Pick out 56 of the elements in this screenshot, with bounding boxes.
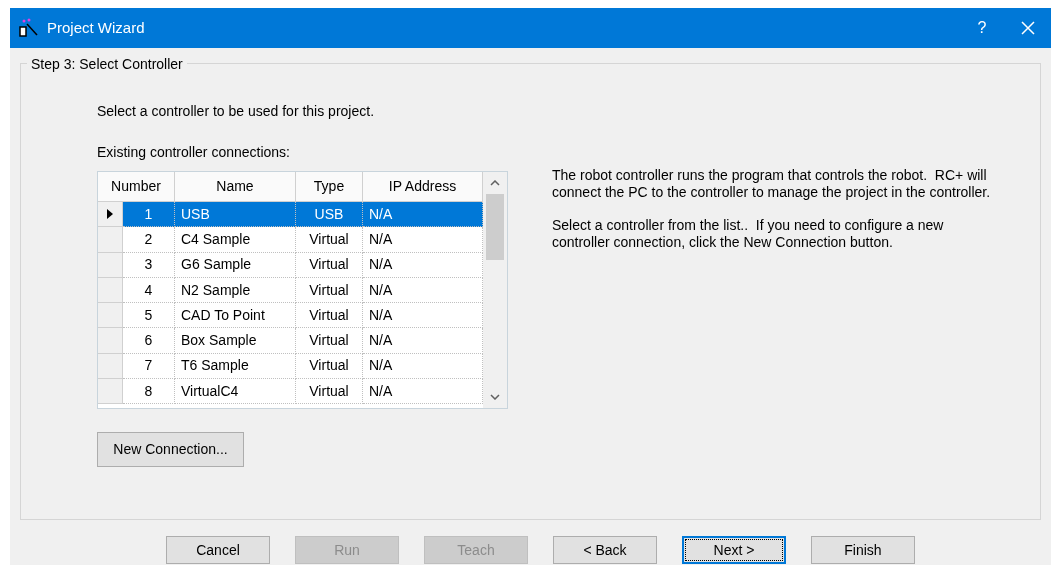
intro-text: Select a controller to be used for this project. — [97, 102, 376, 121]
dialog-button[interactable]: < Back — [553, 536, 657, 564]
table-cell: Box Sample — [175, 328, 296, 354]
table-cell: G6 Sample — [175, 252, 296, 278]
table-cell: Virtual — [296, 227, 363, 253]
table-cell: Virtual — [296, 353, 363, 380]
row-header[interactable] — [98, 202, 123, 228]
table-row[interactable]: 6 Box Sample Virtual N/A — [98, 328, 483, 354]
column-header[interactable]: Type — [296, 172, 363, 202]
table-cell: C4 Sample — [175, 227, 296, 253]
table-cell: VirtualC4 — [175, 379, 296, 405]
current-row-icon — [107, 209, 113, 220]
scrollbar[interactable] — [483, 172, 507, 408]
table-cell: T6 Sample — [175, 353, 296, 380]
dialog-button[interactable]: Cancel — [166, 536, 270, 564]
column-header[interactable]: IP Address — [363, 172, 483, 202]
table-row[interactable]: 3 G6 Sample Virtual N/A — [98, 252, 483, 278]
close-icon — [1021, 21, 1035, 35]
table-cell: 2 — [123, 227, 175, 253]
dialog-button[interactable]: Finish — [811, 536, 915, 564]
table-cell: Virtual — [296, 328, 363, 354]
table-cell: 4 — [123, 277, 175, 304]
table-row[interactable]: 2 C4 Sample Virtual N/A — [98, 227, 483, 253]
scroll-down-icon[interactable] — [490, 394, 500, 400]
column-header[interactable]: Name — [175, 172, 296, 202]
table-cell: CAD To Point — [175, 303, 296, 329]
table-row[interactable]: 8 VirtualC4 Virtual N/A — [98, 379, 483, 405]
table-cell: Virtual — [296, 277, 363, 304]
table-cell: N2 Sample — [175, 277, 296, 304]
table-cell: 1 — [123, 202, 175, 228]
table-row[interactable]: 1 USB USB N/A — [98, 202, 483, 228]
window-title: Project Wizard — [47, 17, 145, 38]
scroll-up-icon[interactable] — [490, 180, 500, 186]
table-cell: USB — [296, 202, 363, 228]
table-row[interactable]: 7 T6 Sample Virtual N/A — [98, 353, 483, 380]
table-cell: 3 — [123, 252, 175, 278]
table-cell: USB — [175, 202, 296, 228]
scroll-thumb[interactable] — [486, 194, 504, 260]
table-cell: 7 — [123, 353, 175, 380]
help-button[interactable]: ? — [959, 8, 1005, 48]
table-row[interactable]: 4 N2 Sample Virtual N/A — [98, 277, 483, 304]
help-text: Select a controller from the list.. If you need to configure a new controller connection, click the New Connection button. — [552, 217, 945, 251]
wand-icon — [19, 18, 39, 38]
table-cell: Virtual — [296, 379, 363, 405]
new-connection-button[interactable]: New Connection... — [97, 432, 244, 467]
column-header[interactable]: Number — [98, 172, 175, 202]
table-row[interactable]: 5 CAD To Point Virtual N/A — [98, 303, 483, 329]
table-cell: N/A — [363, 202, 483, 228]
table-cell: 6 — [123, 328, 175, 354]
table-cell: Virtual — [296, 303, 363, 329]
table-cell: Virtual — [296, 252, 363, 278]
help-text: The robot controller runs the program that controls the robot. RC+ will connect the PC to the controller to manage the project in the controller. — [552, 167, 992, 201]
dialog-button[interactable]: Next > — [682, 536, 786, 564]
table-cell: 5 — [123, 303, 175, 329]
table-cell: 8 — [123, 379, 175, 405]
list-label: Existing controller connections: — [97, 143, 291, 162]
